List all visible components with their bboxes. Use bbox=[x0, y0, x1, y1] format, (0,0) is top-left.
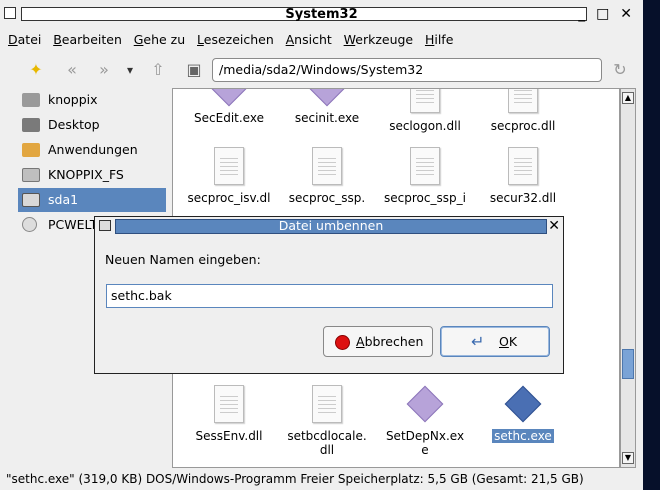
menu-ansicht[interactable]: Ansicht bbox=[286, 29, 332, 51]
forward-icon[interactable]: » bbox=[92, 58, 116, 82]
file-item[interactable]: secproc_isv.dl bbox=[181, 147, 277, 205]
sidebar-item-knoppix-fs[interactable]: KNOPPIX_FS bbox=[18, 163, 166, 187]
go-icon[interactable]: ↻ bbox=[608, 58, 632, 82]
title-bar[interactable]: System32 _ □ ✕ bbox=[0, 0, 643, 28]
window-controls[interactable]: _ □ ✕ bbox=[578, 6, 635, 22]
dialog-menu-icon[interactable] bbox=[99, 220, 111, 231]
new-name-input[interactable]: sethc.bak bbox=[106, 284, 553, 308]
document-icon bbox=[410, 89, 440, 113]
home-folder-icon[interactable]: ▣ bbox=[182, 58, 206, 82]
window-title: System32 bbox=[285, 7, 358, 22]
cdrom-icon bbox=[22, 217, 37, 232]
back-icon[interactable]: « bbox=[60, 58, 84, 82]
menu-lesezeichen[interactable]: Lesezeichen bbox=[197, 29, 274, 51]
sidebar-item-desktop[interactable]: Desktop bbox=[18, 113, 166, 137]
menu-bearbeiten[interactable]: Bearbeiten bbox=[53, 29, 122, 51]
scroll-down-icon[interactable]: ▼ bbox=[622, 452, 634, 464]
close-icon[interactable]: ✕ bbox=[548, 218, 560, 234]
applications-icon bbox=[22, 143, 40, 157]
drive-icon bbox=[22, 168, 40, 182]
drive-icon bbox=[22, 193, 40, 207]
document-icon bbox=[312, 385, 342, 423]
toolbar: ✦ « » ▾ ⇧ ▣ /media/sda2/Windows/System32… bbox=[0, 53, 643, 87]
vertical-scrollbar[interactable]: ▲ ▼ bbox=[620, 88, 636, 468]
document-icon bbox=[508, 147, 538, 185]
sidebar-item-anwendungen[interactable]: Anwendungen bbox=[18, 138, 166, 162]
status-bar: "sethc.exe" (319,0 KB) DOS/Windows-Progr… bbox=[0, 469, 643, 490]
menu-datei[interactable]: Datei bbox=[8, 29, 41, 51]
enter-arrow-icon: ↵ bbox=[471, 332, 485, 351]
sidebar-item-knoppix[interactable]: knoppix bbox=[18, 88, 166, 112]
menu-gehe-zu[interactable]: Gehe zu bbox=[134, 29, 185, 51]
file-item[interactable]: SecEdit.exe bbox=[181, 89, 277, 125]
document-icon bbox=[214, 385, 244, 423]
document-icon bbox=[312, 147, 342, 185]
document-icon bbox=[508, 89, 538, 113]
document-icon bbox=[214, 147, 244, 185]
file-item[interactable]: secinit.exe bbox=[279, 89, 375, 125]
desktop-icon bbox=[22, 118, 40, 132]
scroll-up-icon[interactable]: ▲ bbox=[622, 92, 634, 104]
executable-icon bbox=[406, 385, 444, 423]
home-icon bbox=[22, 93, 40, 107]
file-item[interactable]: SessEnv.dll bbox=[181, 385, 277, 443]
desktop-background bbox=[643, 0, 660, 490]
ok-button[interactable]: ↵ OK bbox=[440, 326, 550, 357]
file-manager-window: System32 _ □ ✕ Datei Bearbeiten Gehe zu … bbox=[0, 0, 643, 490]
scrollbar-thumb[interactable] bbox=[622, 349, 634, 379]
file-item[interactable]: setbcdlocale. dll bbox=[279, 385, 375, 457]
menu-bar: Datei Bearbeiten Gehe zu Lesezeichen Ans… bbox=[0, 29, 643, 51]
document-icon bbox=[410, 147, 440, 185]
file-item[interactable]: secproc.dll bbox=[475, 89, 571, 133]
file-item-selected[interactable]: sethc.exe bbox=[475, 385, 571, 443]
executable-icon bbox=[210, 89, 248, 107]
location-input[interactable]: /media/sda2/Windows/System32 bbox=[212, 58, 602, 82]
dialog-title: Datei umbennen bbox=[278, 218, 384, 233]
sidebar-item-sda1[interactable]: sda1 bbox=[18, 188, 166, 212]
file-item[interactable]: secur32.dll bbox=[475, 147, 571, 205]
dialog-title-bar[interactable]: Datei umbennen ✕ bbox=[95, 217, 563, 235]
executable-icon bbox=[308, 89, 346, 107]
up-icon[interactable]: ⇧ bbox=[146, 58, 170, 82]
menu-werkzeuge[interactable]: Werkzeuge bbox=[344, 29, 414, 51]
file-item[interactable]: secproc_ssp. bbox=[279, 147, 375, 205]
file-item[interactable]: SetDepNx.ex e bbox=[377, 385, 473, 457]
rename-dialog: Datei umbennen ✕ Neuen Namen eingeben: s… bbox=[94, 216, 564, 374]
new-bookmark-icon[interactable]: ✦ bbox=[24, 58, 48, 82]
file-item[interactable]: secproc_ssp_i bbox=[377, 147, 473, 205]
executable-icon bbox=[504, 385, 542, 423]
menu-hilfe[interactable]: Hilfe bbox=[425, 29, 453, 51]
history-chevron-down-icon[interactable]: ▾ bbox=[118, 58, 142, 82]
rename-prompt: Neuen Namen eingeben: bbox=[105, 252, 261, 267]
cancel-button[interactable]: Abbrechen bbox=[323, 326, 433, 357]
file-item[interactable]: seclogon.dll bbox=[377, 89, 473, 133]
stop-icon bbox=[335, 335, 350, 350]
